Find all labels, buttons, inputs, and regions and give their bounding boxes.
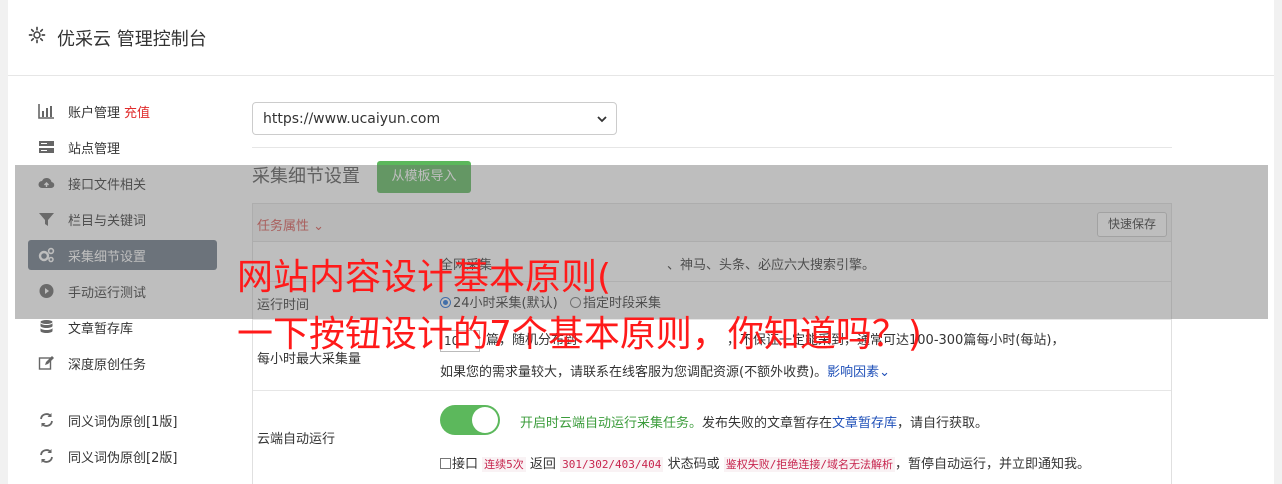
chevron-down-icon: ⌄	[879, 365, 891, 380]
cloud-run-text: ，请自行获取。	[897, 416, 989, 431]
cloud-run-on-text: 开启时云端自动运行采集任务。	[520, 416, 703, 431]
site-select-value: https://www.ucaiyun.com	[263, 111, 441, 127]
recharge-link[interactable]: 充值	[124, 106, 150, 121]
top-header: 优采云 管理控制台	[8, 0, 1274, 76]
chevron-down-icon	[597, 116, 607, 123]
site-select[interactable]: https://www.ucaiyun.com	[252, 102, 617, 135]
sidebar-item-synonym-v1[interactable]: 同义词伪原创[1版]	[28, 405, 217, 435]
refresh-icon	[40, 449, 53, 463]
sidebar-item-label: 同义词伪原创[1版]	[68, 415, 178, 430]
sidebar-item-label: 文章暂存库	[68, 322, 134, 337]
sidebar-item-label: 深度原创任务	[68, 358, 147, 373]
code-label: 连续5次	[482, 457, 526, 472]
pause-text: 状态码或	[667, 457, 720, 472]
overlay-title-line1: 网站内容设计基本原则(	[237, 257, 612, 298]
refresh-icon	[40, 413, 53, 427]
code-label: 鉴权失败/拒绝连接/域名无法解析	[723, 457, 895, 472]
pause-checkbox[interactable]	[440, 458, 451, 469]
sidebar-item-account[interactable]: 账户管理 充值	[28, 96, 217, 126]
max-collect-note: 如果您的需求量较大，请联系在线客服为您调配资源(不额外收费)。	[440, 365, 828, 380]
edit-icon	[38, 356, 54, 370]
page-title: 优采云 管理控制台	[57, 29, 207, 50]
pause-text: 返回	[529, 457, 556, 472]
sidebar-item-synonym-v2[interactable]: 同义词伪原创[2版]	[28, 441, 217, 471]
overlay-title-line2: 一下按钮设计的7个基本原则，你知道吗？)	[237, 314, 922, 355]
sidebar-item-deep-original[interactable]: 深度原创任务	[28, 348, 217, 378]
toggle-knob	[472, 407, 498, 433]
article-store-link[interactable]: 文章暂存库	[832, 416, 897, 431]
server-icon	[39, 141, 54, 153]
database-icon	[40, 320, 53, 333]
gear-icon	[28, 26, 46, 44]
cloud-run-toggle[interactable]	[440, 405, 500, 435]
pause-text: 接口	[452, 457, 479, 472]
sidebar-item-sites[interactable]: 站点管理	[28, 132, 217, 162]
article-title-overlay	[15, 165, 1268, 319]
bar-chart-icon	[38, 104, 54, 119]
sidebar-item-label: 同义词伪原创[2版]	[68, 451, 178, 466]
cloud-run-text: 发布失败的文章暂存在	[702, 416, 833, 431]
code-label: 301/302/403/404	[560, 457, 664, 472]
divider	[252, 147, 1172, 148]
pause-text: ，暂停自动运行，并立即通知我。	[894, 457, 1090, 472]
cloud-run-row: 云端自动运行 开启时云端自动运行采集任务。发布失败的文章暂存在文章暂存库，请自行…	[253, 391, 1171, 484]
sidebar-item-label: 账户管理	[68, 106, 121, 121]
sidebar-item-label: 站点管理	[68, 142, 121, 157]
cloud-run-label: 云端自动运行	[257, 432, 336, 447]
influence-factors-link[interactable]: 影响因素⌄	[827, 365, 890, 380]
